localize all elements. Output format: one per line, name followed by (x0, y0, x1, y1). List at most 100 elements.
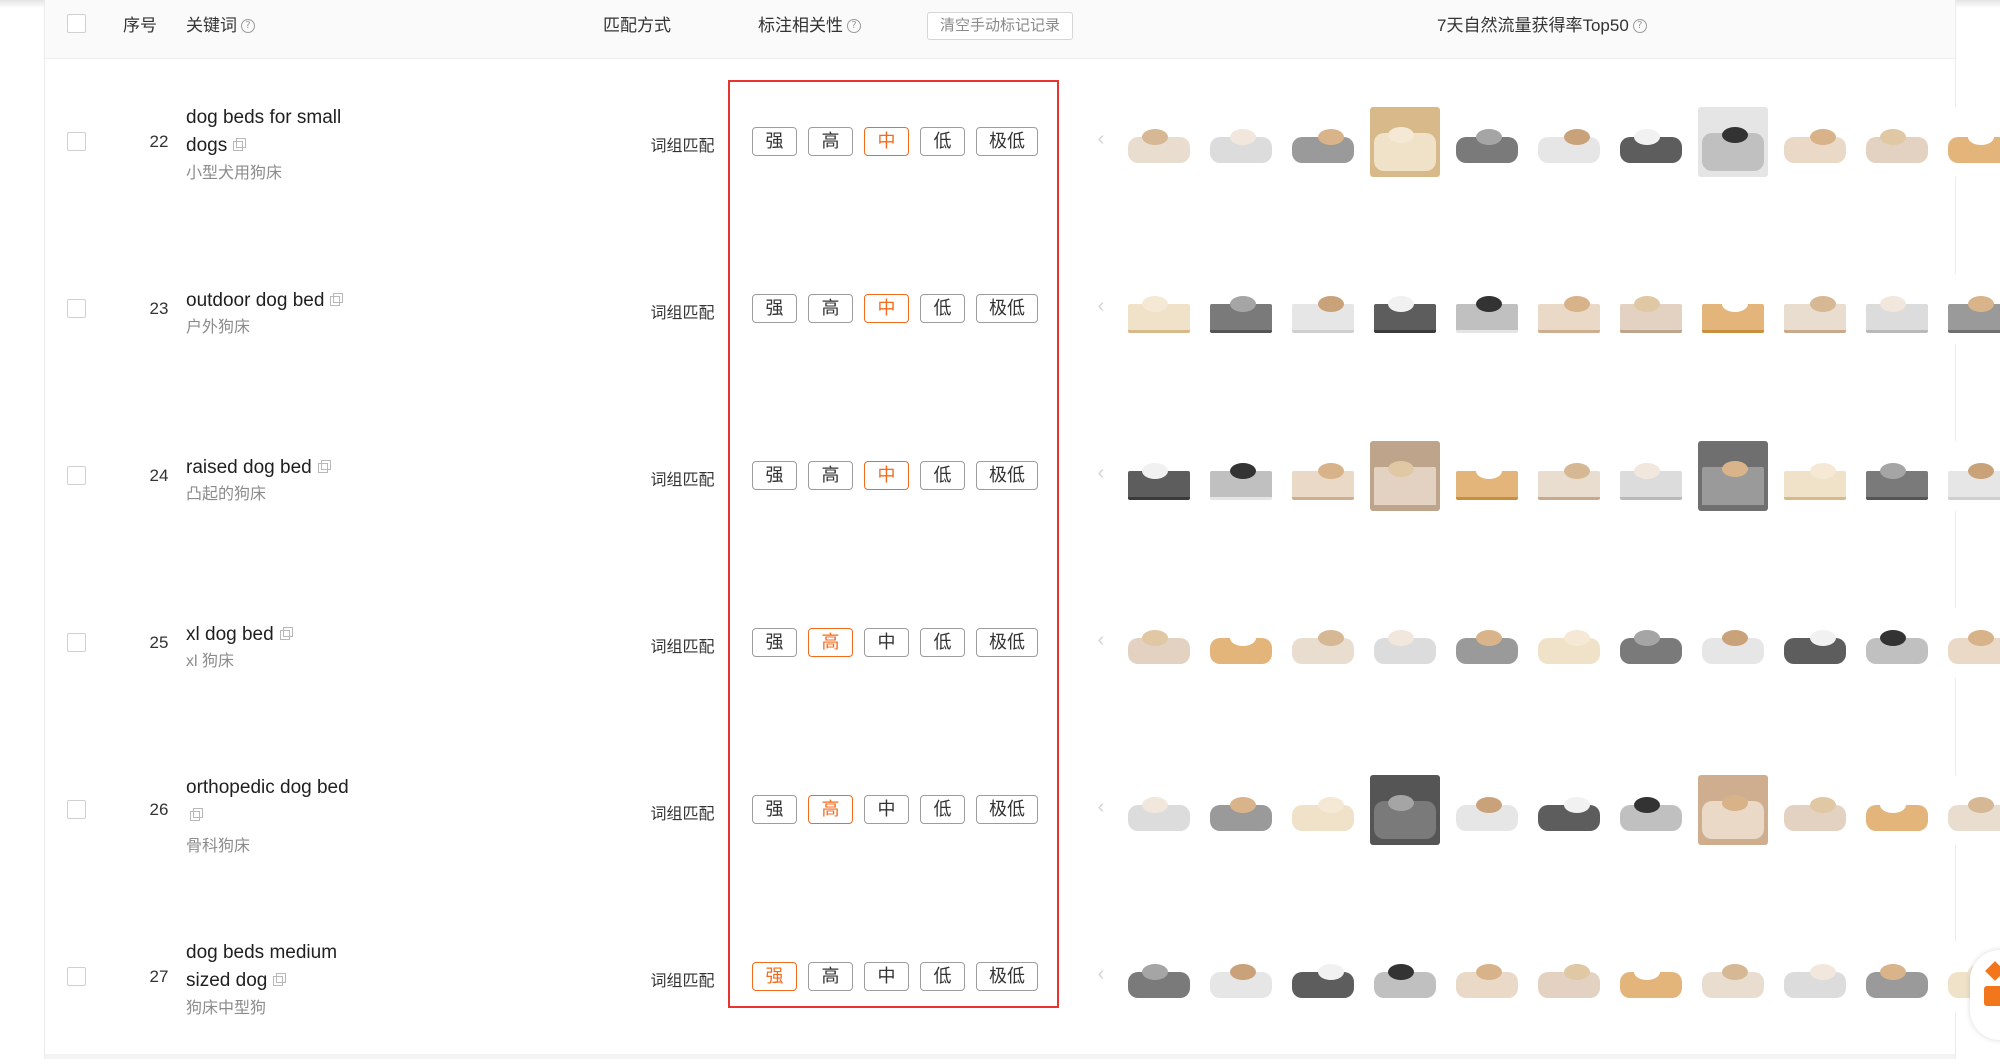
relevance-tag[interactable]: 极低 (976, 962, 1038, 991)
copy-icon[interactable] (190, 808, 203, 821)
relevance-tag[interactable]: 中 (864, 461, 909, 490)
product-thumbnail[interactable] (1534, 441, 1604, 511)
product-thumbnail[interactable] (1534, 107, 1604, 177)
row-checkbox[interactable] (67, 466, 86, 485)
product-thumbnail[interactable] (1534, 942, 1604, 1012)
relevance-tag[interactable]: 低 (920, 628, 965, 657)
relevance-tag[interactable]: 高 (808, 127, 853, 156)
product-thumbnail[interactable] (1124, 608, 1194, 678)
product-thumbnail[interactable] (1862, 608, 1932, 678)
product-thumbnail[interactable] (1698, 107, 1768, 177)
product-thumbnail[interactable] (1616, 608, 1686, 678)
product-thumbnail[interactable] (1288, 608, 1358, 678)
product-thumbnail[interactable] (1698, 942, 1768, 1012)
relevance-tag[interactable]: 高 (808, 461, 853, 490)
product-thumbnail[interactable] (1452, 441, 1522, 511)
product-thumbnail[interactable] (1206, 274, 1276, 344)
row-checkbox[interactable] (67, 299, 86, 318)
relevance-tag[interactable]: 中 (864, 795, 909, 824)
product-thumbnail[interactable] (1288, 274, 1358, 344)
product-thumbnail[interactable] (1862, 441, 1932, 511)
product-thumbnail[interactable] (1944, 608, 2000, 678)
product-thumbnail[interactable] (1206, 107, 1276, 177)
product-thumbnail[interactable] (1452, 942, 1522, 1012)
product-thumbnail[interactable] (1370, 441, 1440, 511)
relevance-tag[interactable]: 中 (864, 628, 909, 657)
product-thumbnail[interactable] (1616, 274, 1686, 344)
row-checkbox[interactable] (67, 967, 86, 986)
product-thumbnail[interactable] (1944, 274, 2000, 344)
relevance-tag[interactable]: 高 (808, 795, 853, 824)
product-thumbnail[interactable] (1206, 441, 1276, 511)
relevance-tag[interactable]: 高 (808, 294, 853, 323)
product-thumbnail[interactable] (1124, 942, 1194, 1012)
relevance-tag[interactable]: 低 (920, 795, 965, 824)
relevance-tag[interactable]: 强 (752, 294, 797, 323)
question-circle-icon[interactable]: ? (1632, 19, 1647, 33)
product-thumbnail[interactable] (1124, 441, 1194, 511)
product-thumbnail[interactable] (1534, 274, 1604, 344)
product-thumbnail[interactable] (1452, 775, 1522, 845)
product-thumbnail[interactable] (1534, 608, 1604, 678)
product-thumbnail[interactable] (1616, 775, 1686, 845)
product-thumbnail[interactable] (1124, 274, 1194, 344)
product-thumbnail[interactable] (1452, 274, 1522, 344)
relevance-tag[interactable]: 中 (864, 127, 909, 156)
relevance-tag[interactable]: 强 (752, 127, 797, 156)
relevance-tag[interactable]: 极低 (976, 795, 1038, 824)
product-thumbnail[interactable] (1452, 107, 1522, 177)
relevance-tag[interactable]: 强 (752, 795, 797, 824)
relevance-tag[interactable]: 强 (752, 628, 797, 657)
product-thumbnail[interactable] (1370, 775, 1440, 845)
product-thumbnail[interactable] (1944, 441, 2000, 511)
product-thumbnail[interactable] (1698, 775, 1768, 845)
product-thumbnail[interactable] (1780, 107, 1850, 177)
product-thumbnail[interactable] (1124, 775, 1194, 845)
copy-icon[interactable] (330, 293, 344, 306)
product-thumbnail[interactable] (1944, 775, 2000, 845)
product-thumbnail[interactable] (1288, 107, 1358, 177)
relevance-tag[interactable]: 中 (864, 294, 909, 323)
product-thumbnail[interactable] (1206, 608, 1276, 678)
product-thumbnail[interactable] (1780, 775, 1850, 845)
clear-manual-marks-button[interactable]: 清空手动标记记录 (927, 12, 1074, 40)
copy-icon[interactable] (317, 460, 331, 473)
relevance-tag[interactable]: 低 (920, 294, 965, 323)
product-thumbnail[interactable] (1862, 942, 1932, 1012)
product-thumbnail[interactable] (1780, 441, 1850, 511)
chevron-left-icon[interactable]: ‹ (1093, 629, 1109, 652)
relevance-tag[interactable]: 极低 (976, 461, 1038, 490)
copy-icon[interactable] (233, 138, 247, 151)
relevance-tag[interactable]: 强 (752, 962, 797, 991)
chevron-left-icon[interactable]: ‹ (1093, 462, 1109, 485)
question-circle-icon[interactable]: ? (847, 19, 861, 33)
relevance-tag[interactable]: 强 (752, 461, 797, 490)
product-thumbnail[interactable] (1370, 608, 1440, 678)
product-thumbnail[interactable] (1616, 942, 1686, 1012)
product-thumbnail[interactable] (1862, 775, 1932, 845)
row-checkbox[interactable] (67, 800, 86, 819)
product-thumbnail[interactable] (1288, 441, 1358, 511)
row-checkbox[interactable] (67, 633, 86, 652)
relevance-tag[interactable]: 高 (808, 962, 853, 991)
product-thumbnail[interactable] (1288, 942, 1358, 1012)
relevance-tag[interactable]: 低 (920, 127, 965, 156)
question-circle-icon[interactable]: ? (241, 19, 255, 33)
relevance-tag[interactable]: 高 (808, 628, 853, 657)
product-thumbnail[interactable] (1698, 608, 1768, 678)
chevron-left-icon[interactable]: ‹ (1093, 963, 1109, 986)
product-thumbnail[interactable] (1862, 107, 1932, 177)
copy-icon[interactable] (279, 627, 293, 640)
select-all-checkbox[interactable] (67, 14, 86, 33)
product-thumbnail[interactable] (1370, 274, 1440, 344)
relevance-tag[interactable]: 极低 (976, 294, 1038, 323)
relevance-tag[interactable]: 中 (864, 962, 909, 991)
chevron-left-icon[interactable]: ‹ (1093, 796, 1109, 819)
chevron-left-icon[interactable]: ‹ (1093, 128, 1109, 151)
product-thumbnail[interactable] (1452, 608, 1522, 678)
relevance-tag[interactable]: 低 (920, 461, 965, 490)
relevance-tag[interactable]: 极低 (976, 127, 1038, 156)
product-thumbnail[interactable] (1862, 274, 1932, 344)
product-thumbnail[interactable] (1616, 107, 1686, 177)
product-thumbnail[interactable] (1698, 274, 1768, 344)
